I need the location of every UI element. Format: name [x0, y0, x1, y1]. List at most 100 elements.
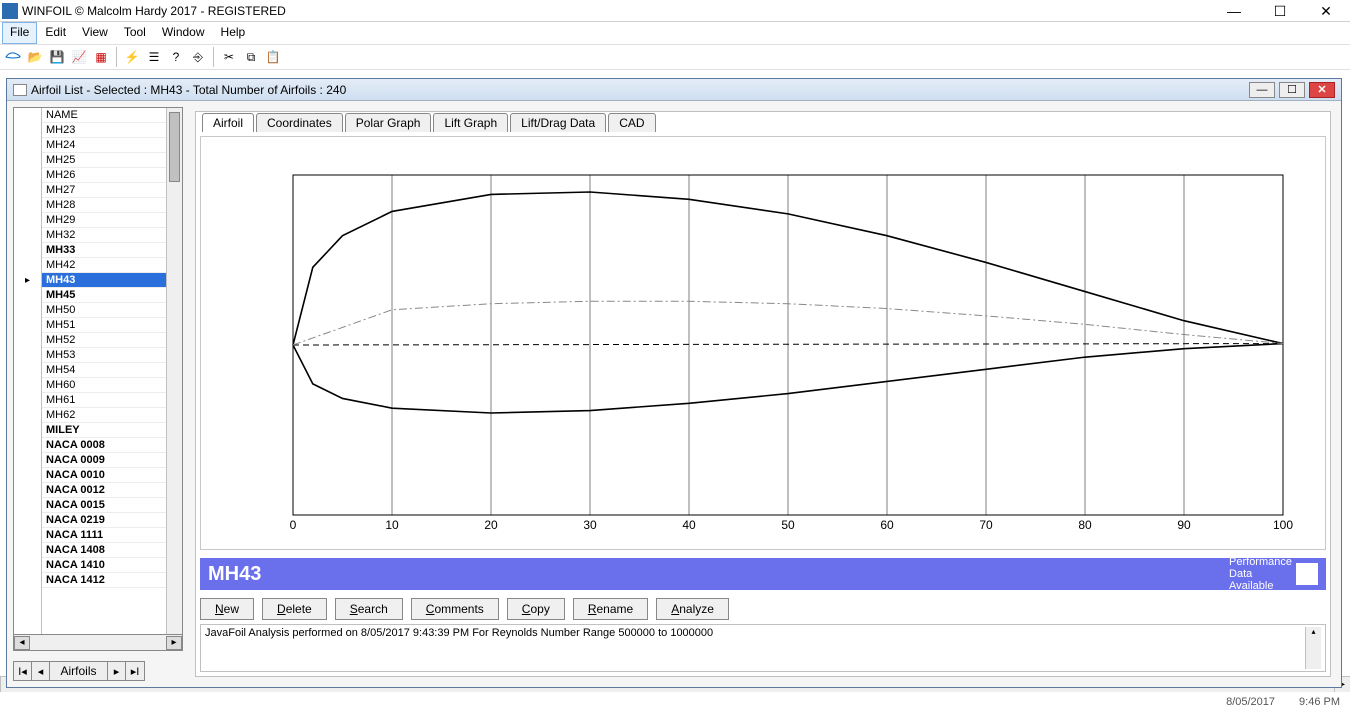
action-button-row: New Delete Search Comments Copy Rename Analyze [196, 594, 1330, 624]
tool-exit-icon[interactable]: ⎆ [189, 48, 207, 66]
menu-edit[interactable]: Edit [37, 22, 74, 44]
menu-tool[interactable]: Tool [116, 22, 154, 44]
tool-box-icon[interactable]: ▦ [92, 48, 110, 66]
close-button[interactable]: ✕ [1312, 2, 1340, 20]
list-item[interactable]: NACA 0012 [42, 483, 166, 498]
menu-file[interactable]: File [2, 22, 37, 44]
list-item[interactable]: MH23 [42, 123, 166, 138]
list-item[interactable]: NACA 0015 [42, 498, 166, 513]
menu-view[interactable]: View [74, 22, 116, 44]
tool-lightning-icon[interactable]: ⚡ [123, 48, 141, 66]
windows-taskbar-stub: 8/05/2017 9:46 PM [0, 692, 1350, 712]
tool-help-icon[interactable]: ? [167, 48, 185, 66]
app-title: WINFOIL © Malcolm Hardy 2017 - REGISTERE… [22, 4, 1220, 18]
tab-lift-graph[interactable]: Lift Graph [433, 113, 508, 132]
list-item[interactable]: MH51 [42, 318, 166, 333]
list-item[interactable]: MH52 [42, 333, 166, 348]
copy-button[interactable]: Copy [507, 598, 565, 620]
list-item[interactable]: MH43 [42, 273, 166, 288]
airfoil-chart: 0102030405060708090100 [221, 155, 1305, 542]
comments-button[interactable]: Comments [411, 598, 499, 620]
subwindow-maximize-button[interactable]: ☐ [1279, 82, 1305, 98]
list-item[interactable]: MH24 [42, 138, 166, 153]
airfoil-chart-panel: 0102030405060708090100 [200, 136, 1326, 550]
tool-list-icon[interactable]: ☰ [145, 48, 163, 66]
list-item[interactable]: MH61 [42, 393, 166, 408]
sidebar: ▸ NAMEMH23MH24MH25MH26MH27MH28MH29MH32MH… [13, 107, 183, 681]
rename-button[interactable]: Rename [573, 598, 648, 620]
list-scrollbar-horizontal[interactable]: ◂ ▸ [13, 635, 183, 651]
analysis-status-box: JavaFoil Analysis performed on 8/05/2017… [200, 624, 1326, 672]
list-item[interactable]: NACA 1410 [42, 558, 166, 573]
main-panel: AirfoilCoordinatesPolar GraphLift GraphL… [191, 107, 1335, 681]
tab-coordinates[interactable]: Coordinates [256, 113, 343, 132]
airfoil-list: ▸ NAMEMH23MH24MH25MH26MH27MH28MH29MH32MH… [13, 107, 183, 635]
toolbar-separator [213, 47, 214, 67]
list-item[interactable]: MH25 [42, 153, 166, 168]
list-item[interactable]: MH50 [42, 303, 166, 318]
subwindow-titlebar: Airfoil List - Selected : MH43 - Total N… [7, 79, 1341, 101]
list-header: NAME [42, 108, 166, 123]
list-item[interactable]: MH54 [42, 363, 166, 378]
list-item[interactable]: MH45 [42, 288, 166, 303]
banner-chart-icon [1296, 563, 1318, 585]
menu-window[interactable]: Window [154, 22, 213, 44]
status-scrollbar[interactable] [1305, 627, 1321, 669]
list-scrollbar-vertical[interactable] [166, 108, 182, 634]
list-item[interactable]: NACA 1111 [42, 528, 166, 543]
tab-airfoil[interactable]: Airfoil [202, 113, 254, 132]
list-item[interactable]: NACA 0010 [42, 468, 166, 483]
tool-copy-icon[interactable]: ⧉ [242, 48, 260, 66]
menu-bar: FileEditViewToolWindowHelp [0, 22, 1350, 44]
tool-save-icon[interactable]: 💾 [48, 48, 66, 66]
tool-open-icon[interactable]: 📂 [26, 48, 44, 66]
tab-lift-drag-data[interactable]: Lift/Drag Data [510, 113, 606, 132]
window-controls: — ☐ ✕ [1220, 2, 1348, 20]
status-time: 9:46 PM [1299, 696, 1340, 708]
airfoil-banner: MH43 PerformanceDataAvailable [200, 558, 1326, 590]
list-item[interactable]: NACA 0219 [42, 513, 166, 528]
list-item[interactable]: NACA 0009 [42, 453, 166, 468]
list-item[interactable]: MH26 [42, 168, 166, 183]
delete-button[interactable]: Delete [262, 598, 327, 620]
tool-cut-icon[interactable]: ✂ [220, 48, 238, 66]
toolbar: 📂 💾 📈 ▦ ⚡ ☰ ? ⎆ ✂ ⧉ 📋 [0, 44, 1350, 70]
list-item[interactable]: MH29 [42, 213, 166, 228]
airfoil-list-window: Airfoil List - Selected : MH43 - Total N… [6, 78, 1342, 688]
tool-graph-icon[interactable]: 📈 [70, 48, 88, 66]
tab-cad[interactable]: CAD [608, 113, 655, 132]
title-bar: WINFOIL © Malcolm Hardy 2017 - REGISTERE… [0, 0, 1350, 22]
svg-text:80: 80 [1078, 518, 1092, 532]
subwindow-title: Airfoil List - Selected : MH43 - Total N… [31, 83, 1245, 97]
list-item[interactable]: NACA 1412 [42, 573, 166, 588]
minimize-button[interactable]: — [1220, 2, 1248, 20]
analysis-status-text: JavaFoil Analysis performed on 8/05/2017… [205, 627, 1305, 669]
status-date: 8/05/2017 [1226, 696, 1275, 708]
list-item[interactable]: MH60 [42, 378, 166, 393]
svg-text:100: 100 [1273, 518, 1293, 532]
hscroll-left-button[interactable]: ◂ [14, 636, 30, 650]
search-button[interactable]: Search [335, 598, 403, 620]
list-item[interactable]: NACA 0008 [42, 438, 166, 453]
app-horizontal-scrollbar[interactable]: ◂ ▸ [0, 676, 1350, 692]
tool-paste-icon[interactable]: 📋 [264, 48, 282, 66]
list-item[interactable]: MH32 [42, 228, 166, 243]
analyze-button[interactable]: Analyze [656, 598, 729, 620]
list-item[interactable]: MH42 [42, 258, 166, 273]
list-item[interactable]: MH33 [42, 243, 166, 258]
list-item[interactable]: MH53 [42, 348, 166, 363]
tab-polar-graph[interactable]: Polar Graph [345, 113, 432, 132]
list-item[interactable]: MILEY [42, 423, 166, 438]
list-item[interactable]: NACA 1408 [42, 543, 166, 558]
svg-text:60: 60 [880, 518, 894, 532]
hscroll-right-button[interactable]: ▸ [166, 636, 182, 650]
list-item[interactable]: MH28 [42, 198, 166, 213]
tool-airfoil-icon[interactable] [4, 48, 22, 66]
subwindow-minimize-button[interactable]: — [1249, 82, 1275, 98]
subwindow-close-button[interactable]: ✕ [1309, 82, 1335, 98]
menu-help[interactable]: Help [213, 22, 254, 44]
new-button[interactable]: New [200, 598, 254, 620]
list-item[interactable]: MH27 [42, 183, 166, 198]
maximize-button[interactable]: ☐ [1266, 2, 1294, 20]
list-item[interactable]: MH62 [42, 408, 166, 423]
